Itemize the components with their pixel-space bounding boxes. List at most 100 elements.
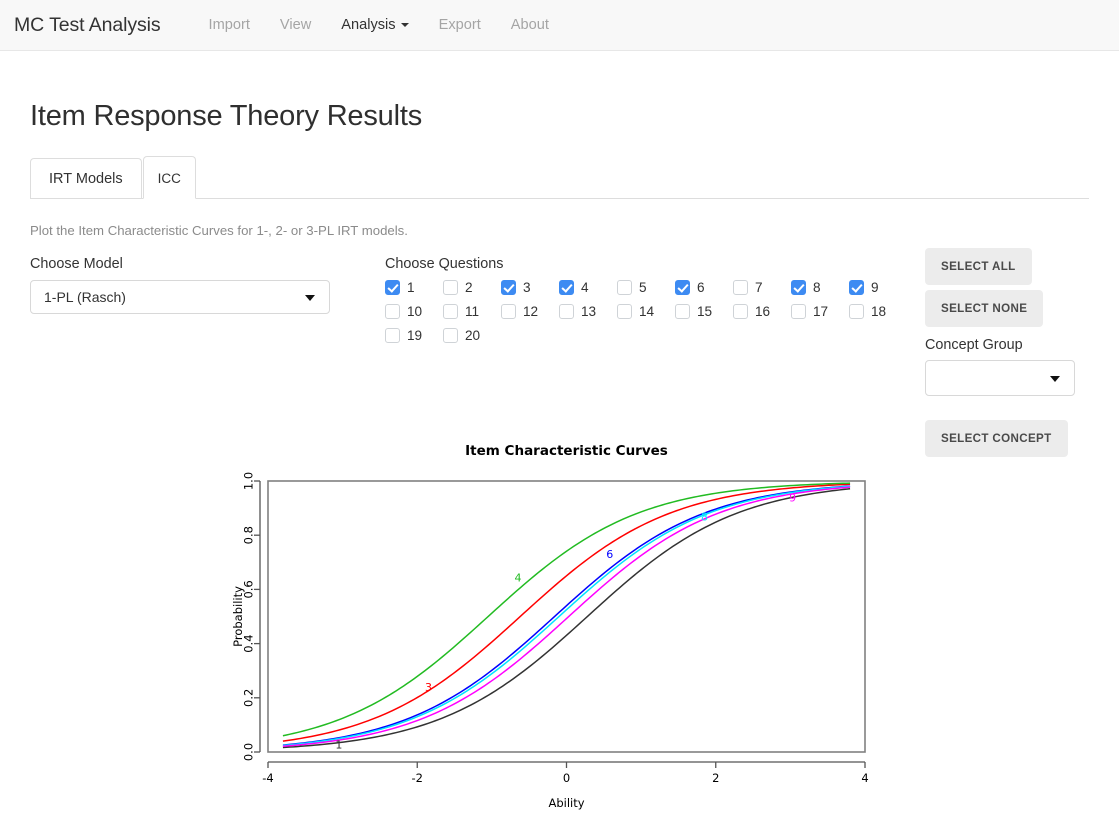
nav-item-analysis[interactable]: Analysis bbox=[326, 0, 423, 51]
question-checkbox-19[interactable]: 19 bbox=[385, 328, 443, 343]
checkbox-checked-icon[interactable] bbox=[501, 280, 516, 295]
brand-title[interactable]: MC Test Analysis bbox=[14, 14, 176, 37]
question-checkbox-7[interactable]: 7 bbox=[733, 280, 791, 295]
icc-curve-item-3 bbox=[282, 483, 851, 742]
select-concept-button[interactable]: SELECT CONCEPT bbox=[925, 420, 1068, 457]
question-checkbox-2[interactable]: 2 bbox=[443, 280, 501, 295]
checkbox-unchecked-icon[interactable] bbox=[733, 280, 748, 295]
nav-item-label: Export bbox=[438, 16, 481, 33]
question-checkbox-label: 12 bbox=[523, 304, 539, 319]
question-checkbox-6[interactable]: 6 bbox=[675, 280, 733, 295]
icc-chart-svg: Item Characteristic Curves0.00.20.40.60.… bbox=[231, 443, 869, 810]
question-checkbox-label: 16 bbox=[755, 304, 771, 319]
question-checkbox-11[interactable]: 11 bbox=[443, 304, 501, 319]
checkbox-unchecked-icon[interactable] bbox=[617, 304, 632, 319]
y-axis-tick-label: 1.0 bbox=[242, 472, 256, 490]
question-checkbox-20[interactable]: 20 bbox=[443, 328, 501, 343]
question-checkbox-label: 5 bbox=[639, 280, 647, 295]
checkbox-unchecked-icon[interactable] bbox=[559, 304, 574, 319]
nav-item-about[interactable]: About bbox=[496, 0, 564, 51]
question-checkbox-8[interactable]: 8 bbox=[791, 280, 849, 295]
side-panel: SELECT ALL SELECT NONE Concept Group SEL… bbox=[925, 248, 1119, 457]
checkbox-checked-icon[interactable] bbox=[675, 280, 690, 295]
tab-bar: IRT Models ICC bbox=[30, 155, 1089, 199]
checkbox-unchecked-icon[interactable] bbox=[791, 304, 806, 319]
checkbox-unchecked-icon[interactable] bbox=[733, 304, 748, 319]
checkbox-unchecked-icon[interactable] bbox=[675, 304, 690, 319]
nav-item-label: Analysis bbox=[341, 16, 396, 33]
nav-item-label: About bbox=[510, 16, 549, 33]
curve-label-item-1: 1 bbox=[335, 739, 342, 752]
question-checkbox-label: 15 bbox=[697, 304, 713, 319]
nav-item-view[interactable]: View bbox=[265, 0, 326, 51]
navbar: MC Test Analysis Import View Analysis Expor… bbox=[0, 0, 1119, 51]
nav-item-export[interactable]: Export bbox=[424, 0, 496, 51]
model-select-value: 1-PL (Rasch) bbox=[44, 289, 126, 305]
question-checkbox-4[interactable]: 4 bbox=[559, 280, 617, 295]
question-checkbox-label: 20 bbox=[465, 328, 481, 343]
question-checkbox-label: 9 bbox=[871, 280, 879, 295]
question-checkbox-label: 2 bbox=[465, 280, 473, 295]
question-checkbox-10[interactable]: 10 bbox=[385, 304, 443, 319]
checkbox-unchecked-icon[interactable] bbox=[385, 328, 400, 343]
checkbox-unchecked-icon[interactable] bbox=[849, 304, 864, 319]
question-checkbox-12[interactable]: 12 bbox=[501, 304, 559, 319]
select-none-button[interactable]: SELECT NONE bbox=[925, 290, 1044, 327]
concept-group-select[interactable] bbox=[925, 360, 1075, 396]
x-axis-tick-label: 0 bbox=[563, 771, 570, 785]
question-checkbox-16[interactable]: 16 bbox=[733, 304, 791, 319]
y-axis-tick-label: 0.8 bbox=[242, 526, 256, 544]
question-checkbox-label: 14 bbox=[639, 304, 655, 319]
question-checkbox-18[interactable]: 18 bbox=[849, 304, 907, 319]
question-checkbox-label: 1 bbox=[407, 280, 415, 295]
page-title: Item Response Theory Results bbox=[30, 100, 422, 132]
questions-column: Choose Questions 1 2 3 4 5 6 7 8 9 10 11 12 13 14 15 16… bbox=[385, 256, 915, 352]
x-axis-tick-label: 4 bbox=[861, 771, 868, 785]
question-checkbox-label: 4 bbox=[581, 280, 589, 295]
tab-icc[interactable]: ICC bbox=[142, 156, 196, 199]
choose-questions-label: Choose Questions bbox=[385, 256, 504, 272]
checkbox-unchecked-icon[interactable] bbox=[617, 280, 632, 295]
nav-item-import[interactable]: Import bbox=[194, 0, 265, 51]
x-axis-title: Ability bbox=[548, 796, 584, 810]
question-checkbox-17[interactable]: 17 bbox=[791, 304, 849, 319]
select-all-button[interactable]: SELECT ALL bbox=[925, 248, 1032, 285]
checkbox-unchecked-icon[interactable] bbox=[443, 328, 458, 343]
question-checkbox-15[interactable]: 15 bbox=[675, 304, 733, 319]
question-checkbox-14[interactable]: 14 bbox=[617, 304, 675, 319]
checkbox-unchecked-icon[interactable] bbox=[385, 304, 400, 319]
checkbox-checked-icon[interactable] bbox=[791, 280, 806, 295]
tab-irt-models[interactable]: IRT Models bbox=[30, 158, 142, 198]
x-axis-tick-label: -2 bbox=[412, 771, 423, 785]
checkbox-checked-icon[interactable] bbox=[559, 280, 574, 295]
question-checkbox-label: 17 bbox=[813, 304, 829, 319]
checkbox-checked-icon[interactable] bbox=[385, 280, 400, 295]
checkbox-unchecked-icon[interactable] bbox=[443, 304, 458, 319]
nav-item-label: Import bbox=[208, 16, 250, 33]
question-checkbox-label: 6 bbox=[697, 280, 705, 295]
question-checkbox-9[interactable]: 9 bbox=[849, 280, 907, 295]
question-checkbox-label: 11 bbox=[465, 304, 480, 319]
question-checkbox-label: 8 bbox=[813, 280, 821, 295]
chevron-down-icon bbox=[305, 295, 315, 301]
question-checkbox-label: 19 bbox=[407, 328, 423, 343]
x-axis-tick-label: 2 bbox=[712, 771, 719, 785]
checkbox-checked-icon[interactable] bbox=[849, 280, 864, 295]
checkbox-unchecked-icon[interactable] bbox=[443, 280, 458, 295]
question-checkbox-5[interactable]: 5 bbox=[617, 280, 675, 295]
chevron-down-icon bbox=[1050, 376, 1060, 382]
question-checkbox-3[interactable]: 3 bbox=[501, 280, 559, 295]
y-axis-tick-label: 0.2 bbox=[242, 689, 256, 707]
y-axis-title: Probability bbox=[231, 586, 245, 647]
model-column: Choose Model 1-PL (Rasch) bbox=[30, 256, 332, 314]
question-checkbox-1[interactable]: 1 bbox=[385, 280, 443, 295]
question-checkbox-label: 3 bbox=[523, 280, 531, 295]
model-select[interactable]: 1-PL (Rasch) bbox=[30, 280, 330, 314]
caret-down-icon bbox=[400, 22, 409, 27]
curve-label-item-9: 9 bbox=[789, 491, 796, 504]
chart-title: Item Characteristic Curves bbox=[465, 443, 668, 459]
question-checkbox-13[interactable]: 13 bbox=[559, 304, 617, 319]
question-checkbox-label: 10 bbox=[407, 304, 423, 319]
question-checkbox-grid: 1 2 3 4 5 6 7 8 9 10 11 12 13 14 15 16 17 18 19 20 bbox=[385, 280, 910, 352]
checkbox-unchecked-icon[interactable] bbox=[501, 304, 516, 319]
